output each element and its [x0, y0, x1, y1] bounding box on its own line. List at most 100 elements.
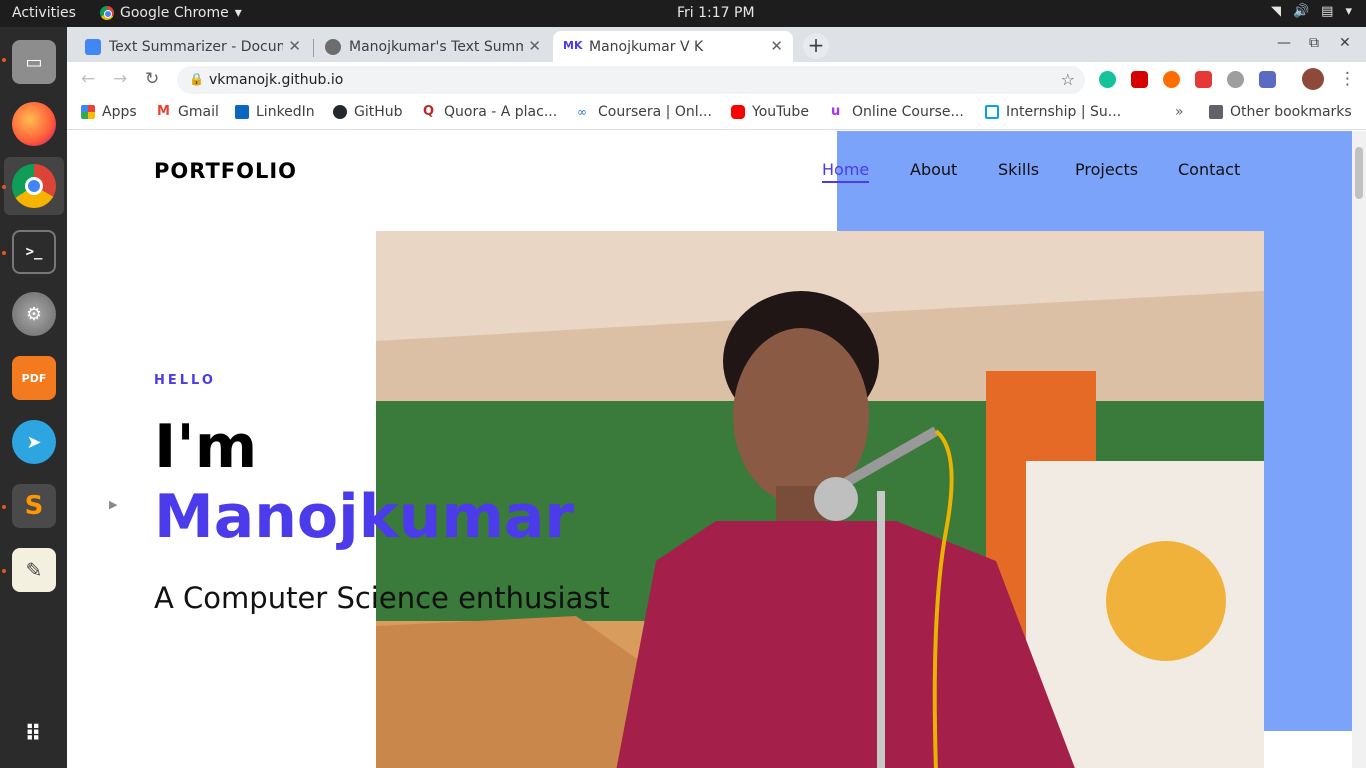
mk-icon: MK [563, 38, 583, 52]
tab-text-summarizer-site[interactable]: Manojkumar's Text Summ ✕ [315, 31, 551, 62]
youtube-icon [731, 105, 745, 119]
dock-telegram[interactable]: ➤ [4, 413, 64, 471]
close-window-button[interactable]: ✕ [1339, 35, 1351, 51]
nav-link-skills[interactable]: Skills [998, 160, 1039, 179]
lock-icon[interactable]: 🔒 [189, 72, 204, 86]
new-tab-button[interactable]: + [803, 33, 829, 59]
dock-sublime[interactable]: S [4, 477, 64, 535]
bookmark-label: GitHub [354, 104, 403, 120]
bookmark-coursera[interactable]: ∞ Coursera | Onl... [577, 104, 712, 120]
bookmark-github[interactable]: GitHub [333, 104, 403, 120]
bookmark-extension-icon[interactable] [1131, 71, 1148, 88]
extension-icon[interactable] [1163, 71, 1180, 88]
nav-link-about[interactable]: About [910, 160, 957, 179]
bookmark-apps[interactable]: Apps [81, 104, 137, 120]
carousel-arrow-icon[interactable]: ▶ [109, 498, 117, 511]
github-icon [333, 105, 347, 119]
close-icon[interactable]: ✕ [770, 37, 783, 55]
coursera-icon: ∞ [577, 105, 587, 119]
reload-button[interactable]: ↻ [145, 69, 159, 89]
docs-icon [85, 38, 101, 55]
sublime-text-icon: S [12, 484, 56, 528]
apps-grid-icon: ⠿ [24, 721, 44, 747]
video-extension-icon[interactable] [1195, 71, 1212, 88]
activities-button[interactable]: Activities [12, 5, 76, 21]
dock-settings[interactable]: ⚙ [4, 285, 64, 343]
menu-kebab-icon[interactable]: ⋮ [1339, 69, 1356, 89]
clock[interactable]: Fri 1:17 PM [677, 5, 755, 21]
running-indicator [2, 251, 6, 255]
bookmark-other[interactable]: Other bookmarks [1209, 104, 1352, 120]
address-bar[interactable]: 🔒 vkmanojk.github.io ☆ [177, 66, 1085, 94]
dock-show-apps[interactable]: ⠿ [4, 705, 64, 763]
tab-text-summarizer-doc[interactable]: Text Summarizer - Docum ✕ [75, 31, 311, 62]
hero-intro: I'm [154, 412, 258, 482]
dock-files[interactable]: ▭ [4, 33, 64, 91]
dock-chrome[interactable] [4, 157, 64, 215]
nav-link-projects[interactable]: Projects [1075, 160, 1138, 179]
camera-extension-icon[interactable] [1259, 71, 1276, 88]
wifi-icon: ◥ [1270, 4, 1281, 19]
chevron-down-icon: ▾ [1345, 4, 1352, 19]
running-indicator [2, 58, 6, 62]
chrome-window: Text Summarizer - Docum ✕ Manojkumar's T… [67, 27, 1366, 768]
udemy-icon: u [831, 104, 841, 119]
volume-icon: 🔊 [1292, 4, 1310, 19]
page-viewport: PORTFOLIO Home About Skills Projects Con… [67, 131, 1352, 768]
scrollbar-thumb[interactable] [1355, 147, 1363, 199]
internshala-icon [985, 105, 999, 119]
running-indicator [2, 505, 6, 509]
bookmark-label: Internship | Su... [1006, 104, 1122, 120]
pdf-icon: PDF [12, 356, 56, 400]
chrome-icon [12, 164, 56, 208]
bookmark-udemy[interactable]: u Online Course... [831, 104, 964, 120]
avatar[interactable] [1302, 68, 1324, 90]
url-text[interactable]: vkmanojk.github.io [209, 72, 343, 88]
minimize-button[interactable]: — [1277, 35, 1291, 51]
forward-button[interactable]: → [113, 69, 127, 89]
bookmarks-bar: Apps M Gmail LinkedIn GitHub Q Quora - A… [67, 97, 1366, 130]
text-editor-icon: ✎ [12, 548, 56, 592]
bookmarks-overflow-button[interactable]: » [1175, 104, 1184, 120]
settings-gear-icon: ⚙ [12, 292, 56, 336]
bookmark-label: Quora - A plac... [444, 104, 558, 120]
bookmark-linkedin[interactable]: LinkedIn [235, 104, 315, 120]
close-icon[interactable]: ✕ [528, 37, 541, 55]
hero-tagline: A Computer Science enthusiast [154, 581, 610, 615]
bookmark-quora[interactable]: Q Quora - A plac... [423, 104, 557, 120]
back-button[interactable]: ← [81, 69, 95, 89]
bookmark-internshala[interactable]: Internship | Su... [985, 104, 1121, 120]
dock-pdf-editor[interactable]: PDF [4, 349, 64, 407]
link-extension-icon[interactable] [1227, 71, 1244, 88]
nav-link-home[interactable]: Home [822, 160, 870, 183]
bookmark-gmail[interactable]: M Gmail [157, 104, 219, 120]
grammarly-extension-icon[interactable] [1099, 71, 1116, 88]
app-menu[interactable]: Google Chrome ▾ [100, 5, 242, 21]
tab-manojkumar-vk[interactable]: MK Manojkumar V K ✕ [553, 31, 793, 62]
apps-grid-icon [81, 105, 95, 119]
folder-icon [1209, 105, 1223, 119]
linkedin-icon [235, 105, 249, 119]
maximize-button[interactable]: ⧉ [1309, 35, 1319, 51]
file-cabinet-icon: ▭ [12, 40, 56, 84]
bookmark-label: Gmail [178, 104, 219, 120]
app-name-label: Google Chrome [120, 5, 229, 21]
dock-terminal[interactable]: >_ [4, 223, 64, 281]
bookmark-youtube[interactable]: YouTube [731, 104, 809, 120]
page-scrollbar[interactable] [1352, 131, 1366, 768]
site-logo[interactable]: PORTFOLIO [154, 159, 297, 183]
close-icon[interactable]: ✕ [288, 37, 301, 55]
system-tray[interactable]: ◥ 🔊 ▤ ▾ [1271, 4, 1352, 19]
dock-firefox[interactable] [4, 95, 64, 153]
bookmark-label: LinkedIn [256, 104, 315, 120]
bookmark-star-icon[interactable]: ☆ [1061, 70, 1075, 89]
running-indicator [2, 569, 6, 573]
nav-link-contact[interactable]: Contact [1178, 160, 1240, 179]
running-indicator [2, 185, 6, 189]
chrome-icon [100, 6, 114, 20]
hero-greeting: HELLO [154, 373, 216, 388]
browser-toolbar: ← → ↻ 🔒 vkmanojk.github.io ☆ ⋮ [67, 62, 1366, 97]
globe-icon [325, 38, 341, 55]
dock-text-editor[interactable]: ✎ [4, 541, 64, 599]
bookmark-label: Other bookmarks [1230, 104, 1352, 120]
